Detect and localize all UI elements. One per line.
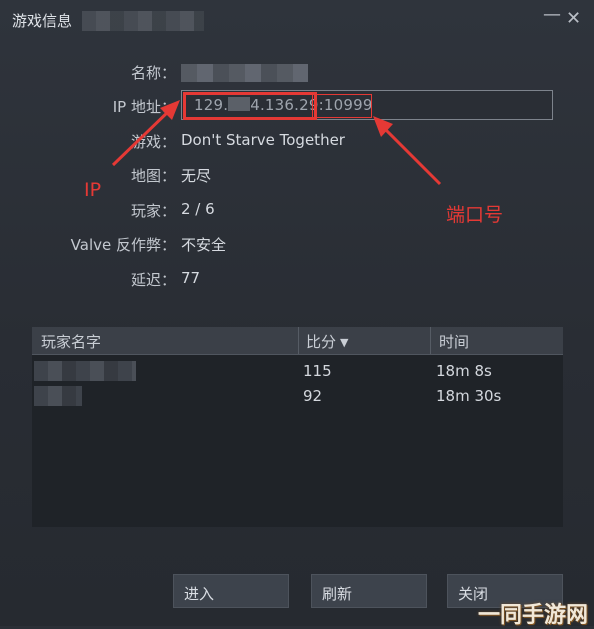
enter-button[interactable]: 进入 <box>173 574 289 608</box>
player-time: 18m 8s <box>436 362 492 380</box>
player-name-redacted <box>34 361 136 381</box>
annotation-arrows <box>111 100 442 186</box>
column-player-name[interactable]: 玩家名字 <box>41 331 101 352</box>
player-time: 18m 30s <box>436 387 502 405</box>
site-watermark: 一同手游网 <box>478 603 589 628</box>
column-divider[interactable] <box>298 327 299 354</box>
port-annotation: 端口号 <box>446 204 504 226</box>
refresh-button[interactable]: 刷新 <box>311 574 427 608</box>
sort-desc-icon: ▼ <box>340 336 349 349</box>
ip-annotation: IP <box>84 179 102 201</box>
column-divider[interactable] <box>430 327 431 354</box>
table-row[interactable]: 115 18m 8s <box>32 359 563 383</box>
player-score: 92 <box>303 387 323 405</box>
ip-arrow-line <box>111 106 174 167</box>
column-time[interactable]: 时间 <box>439 331 469 352</box>
game-info-dialog: 游戏信息 — ✕ 名称： IP 地址： 129. 4.136.29:10999 游… <box>0 0 594 628</box>
column-score[interactable]: 比分 ▼ <box>306 331 348 352</box>
player-name-redacted <box>34 386 82 406</box>
port-arrow-line <box>380 124 442 186</box>
player-table: 玩家名字 比分 ▼ 时间 115 18m 8s 92 18m 30s <box>32 327 563 527</box>
table-header: 玩家名字 比分 ▼ 时间 <box>32 327 563 355</box>
player-score: 115 <box>303 362 332 380</box>
table-row[interactable]: 92 18m 30s <box>32 384 563 408</box>
